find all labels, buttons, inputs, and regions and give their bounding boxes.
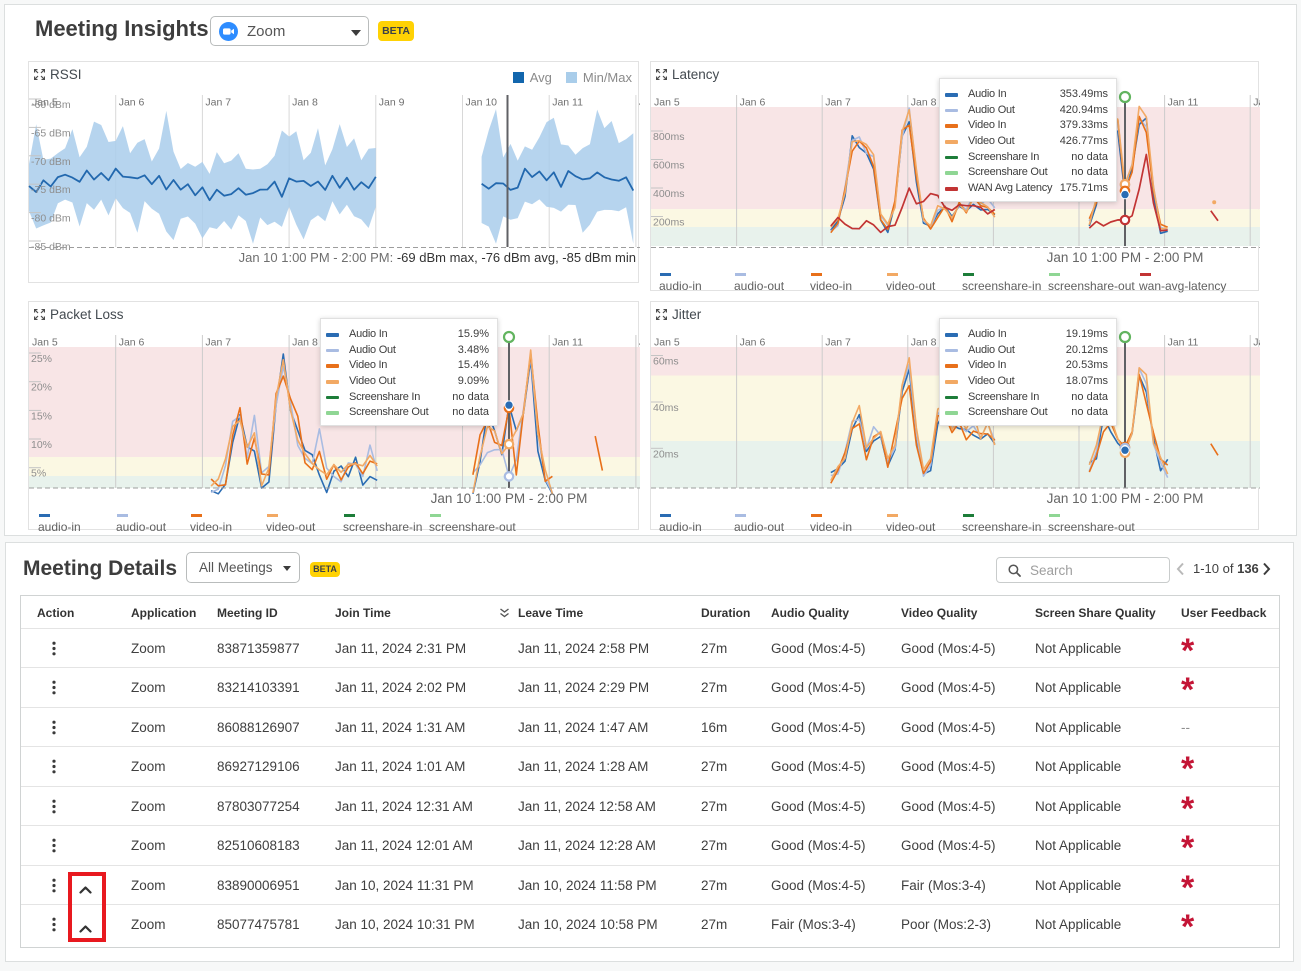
svg-text:Jan 8: Jan 8	[911, 337, 937, 349]
svg-text:Jan 8: Jan 8	[911, 97, 937, 109]
svg-text:10%: 10%	[31, 439, 52, 451]
svg-text:20ms: 20ms	[653, 448, 679, 460]
svg-text:200ms: 200ms	[653, 217, 685, 229]
svg-text:Jan 11: Jan 11	[552, 97, 583, 109]
svg-text:Jan 5: Jan 5	[654, 337, 680, 349]
svg-text:Jan 6: Jan 6	[740, 337, 766, 349]
svg-text:25%: 25%	[31, 353, 52, 365]
svg-text:Jan 7: Jan 7	[205, 337, 231, 349]
svg-text:Jan 9: Jan 9	[379, 97, 405, 109]
svg-text:Jan 8: Jan 8	[292, 97, 318, 109]
svg-text:Jan 7: Jan 7	[205, 97, 231, 109]
svg-text:60ms: 60ms	[653, 356, 679, 368]
svg-text:Jan 6: Jan 6	[119, 97, 145, 109]
svg-text:15%: 15%	[31, 410, 52, 422]
svg-text:600ms: 600ms	[653, 160, 685, 172]
svg-text:Jan 8: Jan 8	[292, 337, 318, 349]
svg-text:Jan 11: Jan 11	[552, 337, 583, 349]
svg-text:Jan 5: Jan 5	[654, 97, 680, 109]
svg-text:Jan 10: Jan 10	[466, 97, 498, 109]
svg-text:40ms: 40ms	[653, 402, 679, 414]
svg-text:-70 dBm: -70 dBm	[31, 156, 71, 168]
svg-text:400ms: 400ms	[653, 188, 685, 200]
svg-text:Jan 11: Jan 11	[1168, 97, 1199, 109]
svg-text:-80 dBm: -80 dBm	[31, 213, 71, 225]
svg-text:Jan 6: Jan 6	[740, 97, 766, 109]
svg-text:800ms: 800ms	[653, 131, 685, 143]
svg-text:5%: 5%	[31, 468, 46, 480]
svg-text:Jan 5: Jan 5	[32, 337, 58, 349]
svg-text:-65 dBm: -65 dBm	[31, 127, 71, 139]
svg-text:Jan 7: Jan 7	[825, 97, 851, 109]
svg-text:Jan 6: Jan 6	[119, 337, 145, 349]
svg-text:20%: 20%	[31, 382, 52, 394]
svg-text:-75 dBm: -75 dBm	[31, 184, 71, 196]
svg-text:-60 dBm: -60 dBm	[31, 99, 71, 111]
svg-text:Jan 11: Jan 11	[1168, 337, 1199, 349]
svg-text:Jan 7: Jan 7	[825, 337, 851, 349]
